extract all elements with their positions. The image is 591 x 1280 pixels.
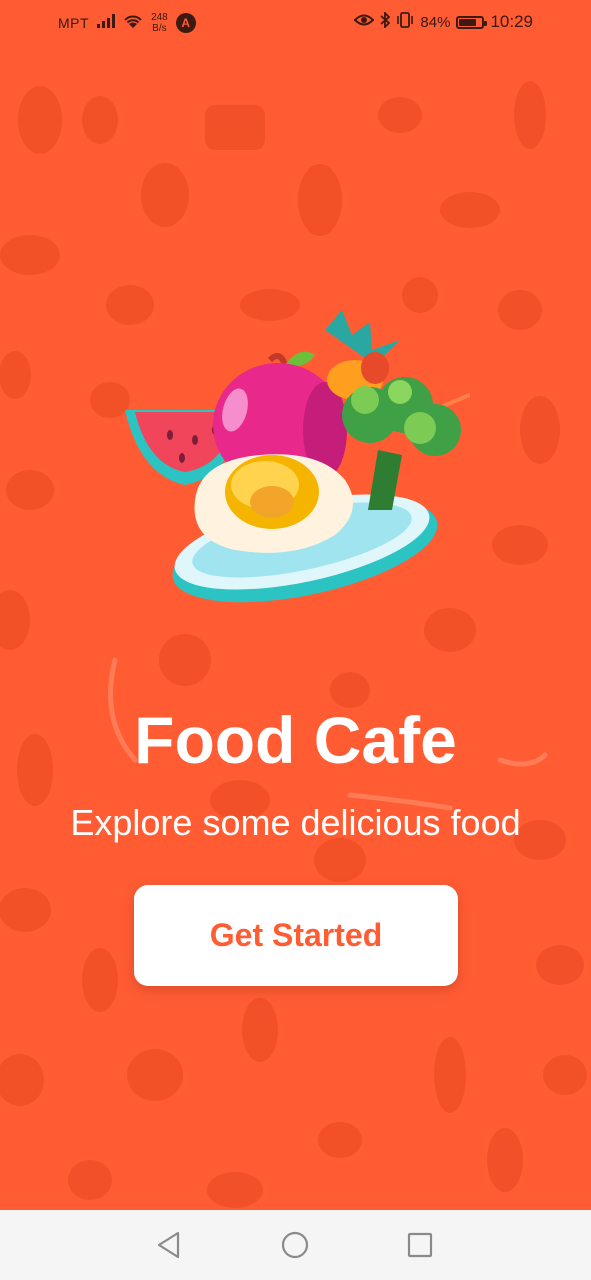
- system-nav-bar: [0, 1210, 591, 1280]
- speed-value: 248: [151, 12, 168, 23]
- fried-egg-icon: [194, 454, 353, 553]
- wifi-icon: [123, 14, 143, 33]
- vibrate-icon: [396, 12, 414, 32]
- home-icon: [281, 1231, 309, 1259]
- broccoli-icon: [342, 377, 461, 510]
- recents-button[interactable]: [402, 1227, 438, 1263]
- signal-icon: [97, 14, 116, 32]
- battery-percent: 84%: [420, 13, 451, 31]
- network-speed: 248 B/s: [151, 12, 168, 34]
- app-notification-icon: A: [175, 13, 196, 33]
- clock: 10:29: [490, 12, 533, 31]
- back-icon: [157, 1231, 180, 1259]
- back-button[interactable]: [151, 1227, 187, 1263]
- app-subtitle: Explore some delicious food: [70, 802, 521, 843]
- speed-unit: B/s: [152, 23, 167, 34]
- get-started-button[interactable]: Get Started: [134, 885, 458, 986]
- carrier-label: MPT: [58, 15, 90, 31]
- status-bar: MPT 248 B/s A 84% 10:29: [0, 0, 591, 44]
- eye-icon: [354, 13, 375, 31]
- food-plate-illustration: [125, 310, 470, 603]
- status-right-group: 84% 10:29: [354, 10, 533, 32]
- status-left-group: MPT 248 B/s A: [58, 12, 196, 34]
- app-title: Food Cafe: [134, 703, 457, 777]
- home-button[interactable]: [277, 1227, 313, 1263]
- recents-icon: [407, 1232, 433, 1258]
- battery-icon: [456, 15, 488, 29]
- welcome-screen: MPT 248 B/s A 84% 10:29 Food Cafe Explor…: [0, 0, 591, 1280]
- battery-level-fill: [459, 18, 477, 26]
- bluetooth-icon: [380, 10, 391, 32]
